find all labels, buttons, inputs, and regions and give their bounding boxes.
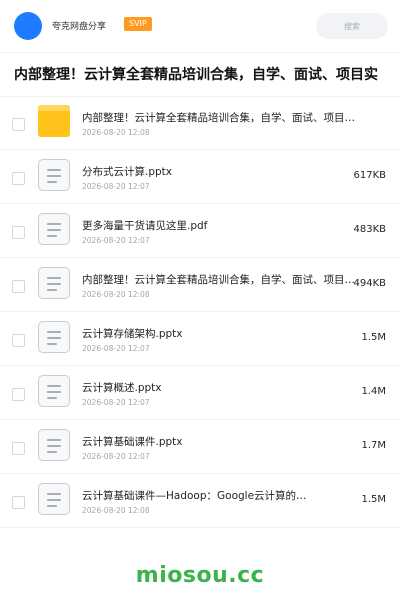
header-bar: 夸克网盘分享 SVIP 搜索 <box>0 0 400 52</box>
file-date: 2026-08-20 12:07 <box>82 398 150 407</box>
document-icon <box>38 483 70 515</box>
document-icon <box>38 321 70 353</box>
file-name: 内部整理！云计算全套精品培训合集，自学、面试、项目… <box>82 112 355 124</box>
svip-badge[interactable]: SVIP <box>124 17 152 31</box>
header-divider <box>0 52 400 53</box>
file-date: 2026-08-20 12:07 <box>82 236 150 245</box>
file-name: 云计算概述.pptx <box>82 382 162 394</box>
row-checkbox[interactable] <box>12 172 25 185</box>
file-date: 2026-08-20 12:08 <box>82 128 150 137</box>
file-name: 云计算基础课件.pptx <box>82 436 183 448</box>
file-size: 617KB <box>353 170 386 181</box>
file-size: 1.4M <box>361 386 386 397</box>
row-checkbox[interactable] <box>12 442 25 455</box>
file-name: 内部整理！云计算全套精品培训合集，自学、面试、项目… <box>82 274 355 286</box>
file-row[interactable]: 云计算概述.pptx 2026-08-20 12:07 1.4M <box>0 366 400 420</box>
file-row[interactable]: 云计算基础课件—Hadoop：Google云计算的… 2026-08-20 12… <box>0 474 400 528</box>
row-divider <box>0 527 400 528</box>
file-date: 2026-08-20 12:08 <box>82 506 150 515</box>
file-name: 云计算存储架构.pptx <box>82 328 183 340</box>
document-icon <box>38 375 70 407</box>
row-checkbox[interactable] <box>12 280 25 293</box>
file-size: 483KB <box>353 224 386 235</box>
row-checkbox[interactable] <box>12 388 25 401</box>
avatar[interactable] <box>14 12 42 40</box>
document-icon <box>38 429 70 461</box>
app-name: 夸克网盘分享 <box>52 22 107 32</box>
file-row[interactable]: 云计算基础课件.pptx 2026-08-20 12:07 1.7M <box>0 420 400 474</box>
file-row[interactable]: 云计算存储架构.pptx 2026-08-20 12:07 1.5M <box>0 312 400 366</box>
file-name: 分布式云计算.pptx <box>82 166 172 178</box>
file-name: 云计算基础课件—Hadoop：Google云计算的… <box>82 490 307 502</box>
row-checkbox[interactable] <box>12 496 25 509</box>
row-checkbox[interactable] <box>12 118 25 131</box>
file-date: 2026-08-20 12:07 <box>82 182 150 191</box>
file-row[interactable]: 分布式云计算.pptx 2026-08-20 12:07 617KB <box>0 150 400 204</box>
file-row[interactable]: 更多海量干货请见这里.pdf 2026-08-20 12:07 483KB <box>0 204 400 258</box>
file-row[interactable]: 内部整理！云计算全套精品培训合集，自学、面试、项目… 2026-08-20 12… <box>0 258 400 312</box>
page-title: 内部整理！云计算全套精品培训合集，自学、面试、项目实 <box>14 67 378 83</box>
row-checkbox[interactable] <box>12 226 25 239</box>
file-size: 1.7M <box>361 440 386 451</box>
file-name: 更多海量干货请见这里.pdf <box>82 220 208 232</box>
file-date: 2026-08-20 12:07 <box>82 452 150 461</box>
file-date: 2026-08-20 12:07 <box>82 344 150 353</box>
document-icon <box>38 267 70 299</box>
file-size: 494KB <box>353 278 386 289</box>
document-icon <box>38 213 70 245</box>
row-checkbox[interactable] <box>12 334 25 347</box>
file-date: 2026-08-20 12:08 <box>82 290 150 299</box>
file-size: 1.5M <box>361 332 386 343</box>
document-icon <box>38 159 70 191</box>
file-size: 1.5M <box>361 494 386 505</box>
folder-icon <box>38 105 70 137</box>
file-row[interactable]: 内部整理！云计算全套精品培训合集，自学、面试、项目… 2026-08-20 12… <box>0 96 400 150</box>
search-input[interactable]: 搜索 <box>316 13 388 39</box>
watermark-text: miosou.cc <box>135 563 265 588</box>
